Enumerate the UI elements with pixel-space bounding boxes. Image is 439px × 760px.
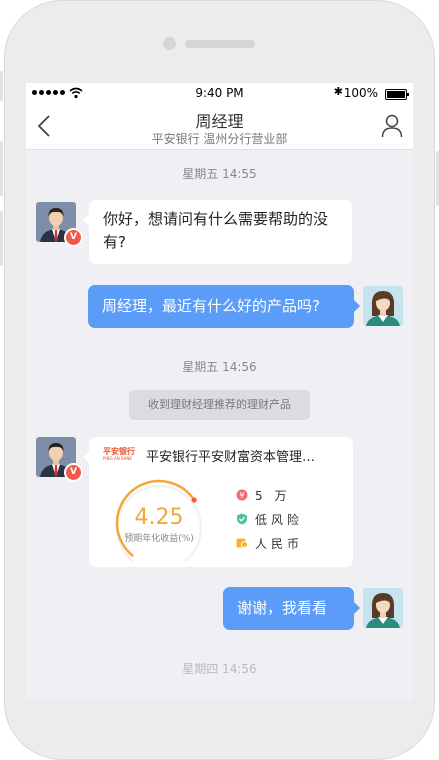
volume-up-button bbox=[0, 141, 3, 196]
profile-icon[interactable] bbox=[381, 114, 403, 138]
nav-bar: 周经理 平安银行 温州分行营业部 bbox=[26, 103, 413, 150]
bluetooth-icon: ✱ bbox=[333, 85, 343, 98]
user-avatar[interactable] bbox=[363, 286, 403, 326]
incoming-message[interactable]: 你好，想请问有什么需要帮助的没有? bbox=[83, 200, 352, 264]
expected-yield-label: 预期年化收益(%) bbox=[124, 534, 194, 544]
feature-risk: 低风险 bbox=[255, 513, 304, 527]
status-bar: 9:40 PM ✱ 100% bbox=[26, 83, 413, 103]
chat-title: 周经理 bbox=[195, 112, 244, 131]
shield-icon bbox=[237, 513, 247, 525]
feature-amount: 5 万 bbox=[255, 489, 291, 503]
product-title: 平安银行平安财富资本管理… bbox=[146, 450, 316, 465]
system-notice: 收到理财经理推荐的理财产品 bbox=[129, 390, 310, 420]
feature-currency: 人民币 bbox=[255, 537, 304, 551]
front-camera bbox=[163, 37, 176, 50]
product-card[interactable]: 平安银行 PING AN BANK 平安银行平安财富资本管理… 4.25 预期年… bbox=[83, 437, 353, 567]
user-avatar[interactable] bbox=[363, 588, 403, 628]
verified-badge-icon: V bbox=[64, 463, 83, 482]
timestamp: 星期五 14:56 bbox=[182, 360, 257, 374]
expected-yield-value: 4.25 bbox=[134, 505, 184, 530]
earpiece-speaker bbox=[185, 40, 255, 48]
volume-down-button bbox=[0, 211, 3, 266]
battery-icon bbox=[385, 89, 409, 100]
verified-badge-icon: V bbox=[64, 228, 83, 247]
timestamp: 星期四 14:56 bbox=[182, 662, 257, 676]
amount-icon: ¥ bbox=[236, 489, 248, 501]
outgoing-message[interactable]: 谢谢，我看看 bbox=[223, 587, 360, 630]
currency-icon bbox=[236, 538, 248, 548]
timestamp: 星期五 14:55 bbox=[182, 167, 257, 181]
battery-percent: 100% bbox=[343, 86, 378, 100]
chat-subtitle: 平安银行 温州分行营业部 bbox=[151, 132, 288, 146]
mute-switch bbox=[0, 71, 3, 101]
outgoing-message[interactable]: 周经理，最近有什么好的产品吗? bbox=[88, 285, 360, 328]
phone-screen: 9:40 PM ✱ 100% 周经理 平安银行 温州分行营业部 星期五 14:5… bbox=[26, 83, 413, 700]
svg-text:¥: ¥ bbox=[239, 491, 244, 500]
bank-logo: 平安银行 PING AN BANK bbox=[103, 447, 135, 461]
